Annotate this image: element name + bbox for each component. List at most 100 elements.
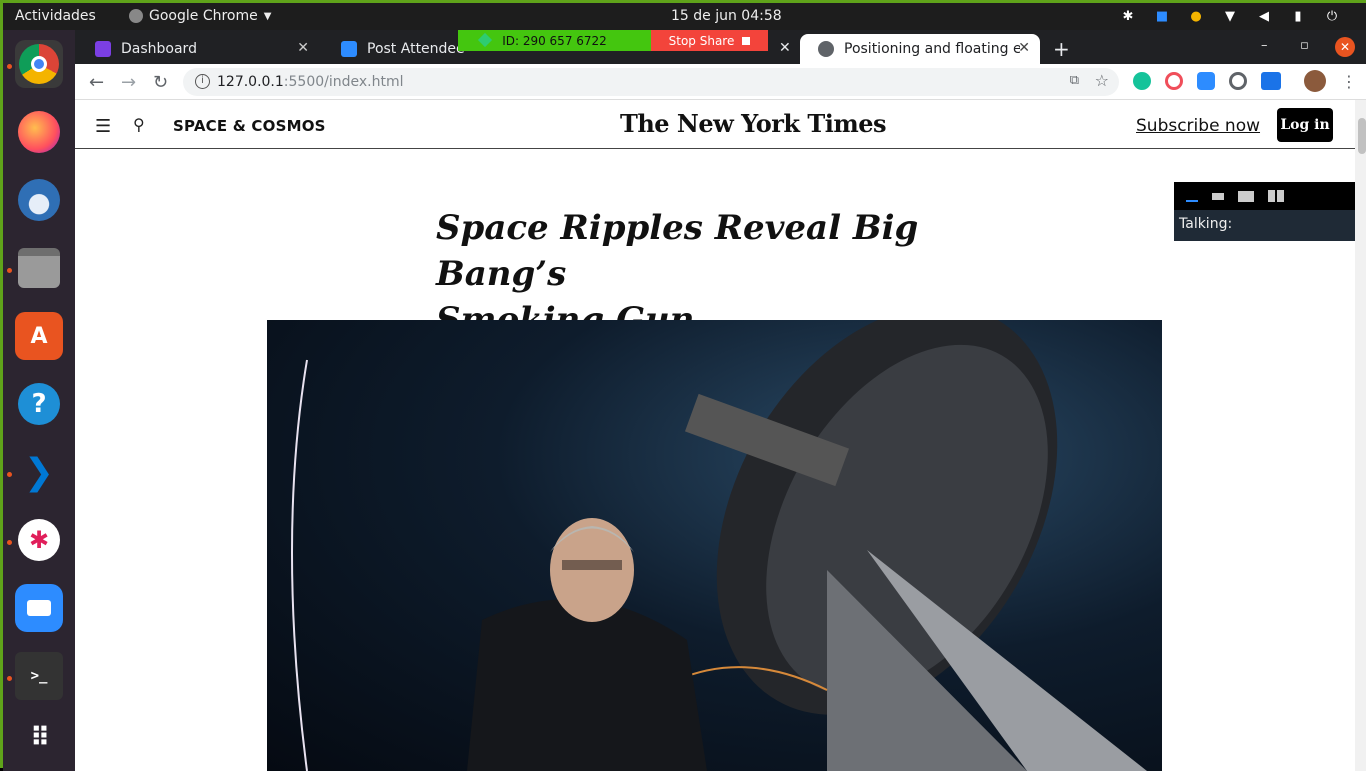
back-button[interactable]: ← bbox=[89, 72, 104, 93]
zoom-video-panel: Talking: bbox=[1174, 182, 1355, 241]
thunderbird-launcher[interactable] bbox=[15, 176, 63, 224]
maximize-button[interactable]: ▫ bbox=[1300, 38, 1309, 53]
slack-icon: ✱ bbox=[18, 519, 60, 561]
login-button[interactable]: Log in bbox=[1277, 108, 1333, 142]
close-icon[interactable]: ✕ bbox=[297, 40, 309, 56]
web-page: ☰ ⚲ SPACE & COSMOS The New York Times Su… bbox=[75, 100, 1355, 771]
files-launcher[interactable] bbox=[15, 244, 63, 292]
folder-icon bbox=[18, 248, 60, 288]
browser-window: Dashboard ✕ Post Attendee Positioning an… bbox=[75, 30, 1366, 771]
software-launcher[interactable]: A bbox=[15, 312, 63, 360]
clock[interactable]: 15 de jun 04:58 bbox=[671, 8, 782, 24]
firefox-launcher[interactable] bbox=[15, 108, 63, 156]
extension-icon[interactable] bbox=[1261, 72, 1281, 90]
stop-share-label: Stop Share bbox=[668, 33, 735, 48]
mic-icon[interactable]: ▮ bbox=[1281, 7, 1315, 25]
slack-tray-icon[interactable]: ✱ bbox=[1111, 7, 1145, 25]
page-scrollbar[interactable] bbox=[1355, 100, 1366, 771]
article-photo bbox=[267, 320, 1162, 771]
url-path: :5500/index.html bbox=[283, 74, 404, 90]
chrome-icon bbox=[129, 9, 143, 23]
activities-button[interactable]: Actividades bbox=[15, 8, 96, 24]
firefox-icon bbox=[18, 111, 60, 153]
hamburger-menu-icon[interactable]: ☰ bbox=[95, 116, 111, 137]
grammarly-icon[interactable] bbox=[1133, 72, 1151, 90]
app-grid-button[interactable]: ⠿ bbox=[15, 714, 63, 762]
running-indicator bbox=[7, 676, 12, 681]
app-name: Google Chrome bbox=[149, 8, 258, 24]
zoom-extension-icon[interactable] bbox=[1197, 72, 1215, 90]
talking-indicator: Talking: bbox=[1174, 210, 1355, 241]
grid-icon: ⠿ bbox=[29, 723, 50, 753]
reload-button[interactable]: ↻ bbox=[153, 72, 168, 93]
minimize-video-icon[interactable] bbox=[1186, 200, 1198, 202]
speaker-view-icon[interactable] bbox=[1238, 190, 1254, 202]
shield-icon bbox=[477, 32, 493, 48]
zoom-launcher[interactable] bbox=[15, 584, 63, 632]
help-icon: ? bbox=[18, 383, 60, 425]
running-indicator bbox=[7, 472, 12, 477]
zoom-share-bar: ID: 290 657 6722 Stop Share bbox=[458, 30, 768, 51]
section-title[interactable]: SPACE & COSMOS bbox=[173, 117, 326, 135]
nyt-logo[interactable]: The New York Times bbox=[620, 109, 887, 138]
running-indicator bbox=[7, 540, 12, 545]
translate-icon[interactable]: ⧉ bbox=[1070, 73, 1079, 88]
scrollbar-thumb[interactable] bbox=[1358, 118, 1366, 154]
zoom-tray-icon[interactable]: ■ bbox=[1145, 7, 1179, 25]
close-icon[interactable]: ✕ bbox=[779, 40, 791, 56]
tab-label: Dashboard bbox=[121, 41, 197, 57]
info-icon[interactable]: i bbox=[195, 74, 210, 89]
avatar[interactable] bbox=[1304, 70, 1326, 92]
address-bar[interactable]: i 127.0.0.1:5500/index.html ⧉ ☆ bbox=[183, 68, 1119, 96]
tab-dashboard[interactable]: Dashboard ✕ bbox=[77, 34, 319, 64]
close-icon[interactable]: ✕ bbox=[1018, 40, 1030, 56]
app-menu[interactable]: Google Chrome ▼ bbox=[129, 8, 271, 24]
chevron-down-icon: ▼ bbox=[263, 10, 272, 22]
video-layout-toolbar bbox=[1174, 182, 1355, 210]
subscribe-link[interactable]: Subscribe now bbox=[1136, 116, 1260, 136]
forward-button[interactable]: → bbox=[121, 72, 136, 93]
gallery-view-icon[interactable] bbox=[1268, 190, 1284, 202]
tab-label: Post Attendee bbox=[367, 41, 465, 57]
vscode-launcher[interactable]: ❯ bbox=[15, 448, 63, 496]
software-store-icon: A bbox=[30, 323, 48, 349]
screen: Actividades Google Chrome ▼ 15 de jun 04… bbox=[0, 0, 1366, 771]
dashboard-icon bbox=[95, 41, 111, 57]
headline-line: Space Ripples Reveal Big Bang’s bbox=[436, 208, 919, 294]
chrome-icon bbox=[19, 44, 59, 84]
system-tray: ✱ ■ ● ▼ ◀ ▮ ⏻ bbox=[1111, 7, 1349, 25]
vscode-icon: ❯ bbox=[23, 451, 55, 493]
help-launcher[interactable]: ? bbox=[15, 380, 63, 428]
globe-icon bbox=[818, 41, 834, 57]
meeting-id: ID: 290 657 6722 bbox=[458, 30, 651, 51]
window-close-button[interactable]: ✕ bbox=[1335, 37, 1355, 57]
minimize-button[interactable]: – bbox=[1261, 38, 1268, 53]
stop-share-button[interactable]: Stop Share bbox=[651, 30, 768, 51]
tab-positioning[interactable]: Positioning and floating e ✕ bbox=[800, 34, 1040, 64]
wifi-icon[interactable]: ▼ bbox=[1213, 7, 1247, 25]
tab-label: Positioning and floating e bbox=[844, 41, 1020, 57]
stop-icon bbox=[742, 36, 751, 45]
zoom-camera-icon bbox=[27, 600, 51, 616]
thumbnail-view-icon[interactable] bbox=[1212, 192, 1224, 200]
chrome-launcher[interactable] bbox=[15, 40, 63, 88]
nyt-header: ☰ ⚲ SPACE & COSMOS The New York Times Su… bbox=[75, 100, 1355, 149]
search-icon[interactable]: ⚲ bbox=[133, 115, 145, 134]
extension-icon[interactable] bbox=[1229, 72, 1247, 90]
thunderbird-icon bbox=[18, 179, 60, 221]
more-menu-icon[interactable]: ⋮ bbox=[1341, 72, 1357, 91]
terminal-launcher[interactable]: >_ bbox=[15, 652, 63, 700]
meeting-id-label: ID: 290 657 6722 bbox=[502, 33, 607, 48]
bookmark-star-icon[interactable]: ☆ bbox=[1095, 71, 1109, 90]
slack-launcher[interactable]: ✱ bbox=[15, 516, 63, 564]
running-indicator bbox=[7, 268, 12, 273]
volume-icon[interactable]: ◀ bbox=[1247, 7, 1281, 25]
extension-icon[interactable] bbox=[1165, 72, 1183, 90]
tab-strip: Dashboard ✕ Post Attendee Positioning an… bbox=[75, 30, 1366, 64]
zoom-icon bbox=[341, 41, 357, 57]
url-host: 127.0.0.1 bbox=[217, 74, 284, 90]
power-icon[interactable]: ⏻ bbox=[1315, 7, 1349, 25]
new-tab-button[interactable]: + bbox=[1053, 37, 1070, 61]
chrome-tray-icon[interactable]: ● bbox=[1179, 7, 1213, 25]
browser-toolbar: ← → ↻ i 127.0.0.1:5500/index.html ⧉ ☆ ⋮ bbox=[75, 64, 1366, 100]
